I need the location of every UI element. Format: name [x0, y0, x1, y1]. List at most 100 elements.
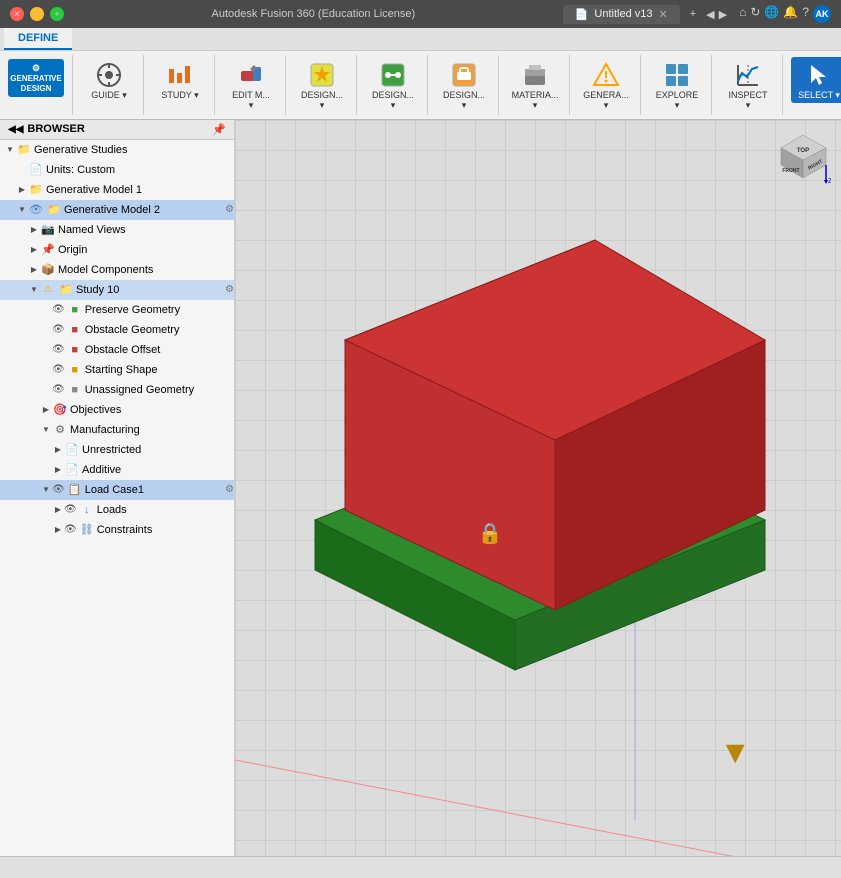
- design-connect-btn[interactable]: DESIGN... ▾: [365, 57, 421, 113]
- tab-close-icon[interactable]: ✕: [659, 8, 668, 21]
- generate-icon: [590, 59, 622, 91]
- materials-group: MATERIA... ▾: [501, 55, 570, 115]
- icon-gen-model-2: 👁: [28, 202, 44, 218]
- settings-icon-study-10[interactable]: ⚙: [225, 284, 234, 295]
- browser-item-unassigned-geo[interactable]: 👁 ■ Unassigned Geometry: [0, 380, 234, 400]
- label-unrestricted: Unrestricted: [82, 444, 234, 456]
- browser-item-starting-shape[interactable]: 👁 ■ Starting Shape: [0, 360, 234, 380]
- study-btn[interactable]: STUDY ▾: [152, 57, 208, 103]
- browser-item-gen-model-1[interactable]: 📁 Generative Model 1: [0, 180, 234, 200]
- design-constraints-label: DESIGN... ▾: [442, 91, 486, 111]
- globe-icon[interactable]: 🌐: [764, 5, 779, 23]
- nav-back-icon[interactable]: ◀: [706, 8, 714, 21]
- nav-forward-icon[interactable]: ▶: [719, 8, 727, 21]
- win-close-btn[interactable]: ✕: [10, 7, 24, 21]
- design-criteria-label: DESIGN... ▾: [300, 91, 344, 111]
- design-constraints-group: DESIGN... ▾: [430, 55, 499, 115]
- viewport[interactable]: 🔒 ▼ TOP FRONT RIGHT Z: [235, 120, 841, 856]
- add-tab-btn[interactable]: +: [684, 6, 702, 22]
- browser-item-load-case1[interactable]: 👁 📋 Load Case1 ⚙: [0, 480, 234, 500]
- eye-starting-shape[interactable]: 👁: [52, 364, 65, 375]
- eye-preserve-geo[interactable]: 👁: [52, 304, 65, 315]
- inspect-btn[interactable]: INSPECT ▾: [720, 57, 776, 113]
- win-close-icon: ✕: [13, 9, 21, 20]
- arrow-units: [16, 164, 28, 176]
- browser-expand-icon[interactable]: ◀◀: [8, 124, 23, 135]
- explore-btn[interactable]: EXPLORE ▾: [649, 57, 705, 113]
- svg-text:🔒: 🔒: [478, 523, 503, 545]
- generative-design-group: ⚙ GENERATIVEDESIGN: [0, 55, 73, 115]
- settings-icon-load-case1[interactable]: ⚙: [225, 484, 234, 495]
- eye-loads[interactable]: 👁: [64, 504, 77, 515]
- label-obstacle-offset: Obstacle Offset: [85, 344, 234, 356]
- label-unassigned-geo: Unassigned Geometry: [85, 384, 234, 396]
- browser-item-additive[interactable]: 📄 Additive: [0, 460, 234, 480]
- icon-unrestricted: 📄: [64, 442, 80, 458]
- eye-obstacle-offset[interactable]: 👁: [52, 344, 65, 355]
- arrow-gen-model-1: [16, 184, 28, 196]
- edit-model-btn[interactable]: EDIT M... ▾: [223, 57, 279, 113]
- generative-design-btn[interactable]: ⚙ GENERATIVEDESIGN: [8, 59, 64, 97]
- materials-label: MATERIA... ▾: [512, 91, 559, 111]
- browser-item-preserve-geo[interactable]: 👁 ■ Preserve Geometry: [0, 300, 234, 320]
- browser-item-unrestricted[interactable]: 📄 Unrestricted: [0, 440, 234, 460]
- browser-item-objectives[interactable]: 🎯 Objectives: [0, 400, 234, 420]
- settings-icon-gen-model-2[interactable]: ⚙: [225, 204, 234, 215]
- browser-item-units[interactable]: 📄 Units: Custom: [0, 160, 234, 180]
- browser-item-loads[interactable]: 👁 ↓ Loads: [0, 500, 234, 520]
- user-avatar[interactable]: AK: [813, 5, 831, 23]
- help-icon[interactable]: ?: [802, 5, 809, 23]
- eye-obstacle-geo[interactable]: 👁: [52, 324, 65, 335]
- browser-item-generative-studies[interactable]: 📁 Generative Studies: [0, 140, 234, 160]
- 3d-model: 🔒: [275, 200, 835, 700]
- arrow-objectives: [40, 404, 52, 416]
- icon-load-case1: 📋: [67, 482, 83, 498]
- browser-item-constraints[interactable]: 👁 ⛓ Constraints: [0, 520, 234, 540]
- browser-item-origin[interactable]: 📌 Origin: [0, 240, 234, 260]
- label-generative-studies: Generative Studies: [34, 144, 234, 156]
- browser-item-obstacle-offset[interactable]: 👁 ■ Obstacle Offset: [0, 340, 234, 360]
- materials-btn[interactable]: MATERIA... ▾: [507, 57, 563, 113]
- label-preserve-geo: Preserve Geometry: [85, 304, 234, 316]
- browser-item-study-10[interactable]: ⚠ 📁 Study 10 ⚙: [0, 280, 234, 300]
- label-model-components: Model Components: [58, 264, 234, 276]
- generative-design-label: GENERATIVEDESIGN: [10, 74, 61, 93]
- browser-item-obstacle-geo[interactable]: 👁 ■ Obstacle Geometry: [0, 320, 234, 340]
- main-area: ◀◀ BROWSER 📌 📁 Generative Studies 📄 Unit…: [0, 120, 841, 856]
- label-constraints: Constraints: [97, 524, 234, 536]
- browser-item-named-views[interactable]: 📷 Named Views: [0, 220, 234, 240]
- guide-btn[interactable]: GUIDE ▾: [81, 57, 137, 103]
- icon-obstacle-geo: ■: [67, 322, 83, 338]
- orientation-cube[interactable]: TOP FRONT RIGHT Z: [776, 130, 831, 185]
- home-icon[interactable]: ⌂: [739, 5, 746, 23]
- bell-icon[interactable]: 🔔: [783, 5, 798, 23]
- arrow-obstacle-geo: [40, 324, 52, 336]
- design-criteria-btn[interactable]: DESIGN... ▾: [294, 57, 350, 113]
- design-criteria-icon: [306, 59, 338, 91]
- refresh-icon[interactable]: ↻: [750, 5, 760, 23]
- icon-objectives: 🎯: [52, 402, 68, 418]
- label-units: Units: Custom: [46, 164, 234, 176]
- eye-constraints[interactable]: 👁: [64, 524, 77, 535]
- generate-label: GENERA... ▾: [583, 91, 629, 111]
- document-tab[interactable]: 📄 Untitled v13 ✕: [563, 5, 680, 24]
- browser-item-gen-model-2[interactable]: 👁 📁 Generative Model 2 ⚙: [0, 200, 234, 220]
- label-gen-model-1: Generative Model 1: [46, 184, 234, 196]
- arrow-manufacturing: [40, 424, 52, 436]
- eye-unassigned-geo[interactable]: 👁: [52, 384, 65, 395]
- win-min-btn[interactable]: −: [30, 7, 44, 21]
- tab-label: Untitled v13: [594, 8, 652, 20]
- select-btn[interactable]: SELECT ▾: [791, 57, 841, 103]
- label-additive: Additive: [82, 464, 234, 476]
- arrow-model-components: [28, 264, 40, 276]
- eye-load-case1[interactable]: 👁: [52, 484, 65, 495]
- browser-item-manufacturing[interactable]: ⚙ Manufacturing: [0, 420, 234, 440]
- win-max-btn[interactable]: +: [50, 7, 64, 21]
- tab-define[interactable]: DEFINE: [4, 28, 72, 50]
- generate-btn[interactable]: GENERA... ▾: [578, 57, 634, 113]
- browser-pin-icon[interactable]: 📌: [212, 123, 226, 136]
- design-connect-group: DESIGN... ▾: [359, 55, 428, 115]
- design-criteria-group: DESIGN... ▾: [288, 55, 357, 115]
- browser-item-model-components[interactable]: 📦 Model Components: [0, 260, 234, 280]
- design-constraints-btn[interactable]: DESIGN... ▾: [436, 57, 492, 113]
